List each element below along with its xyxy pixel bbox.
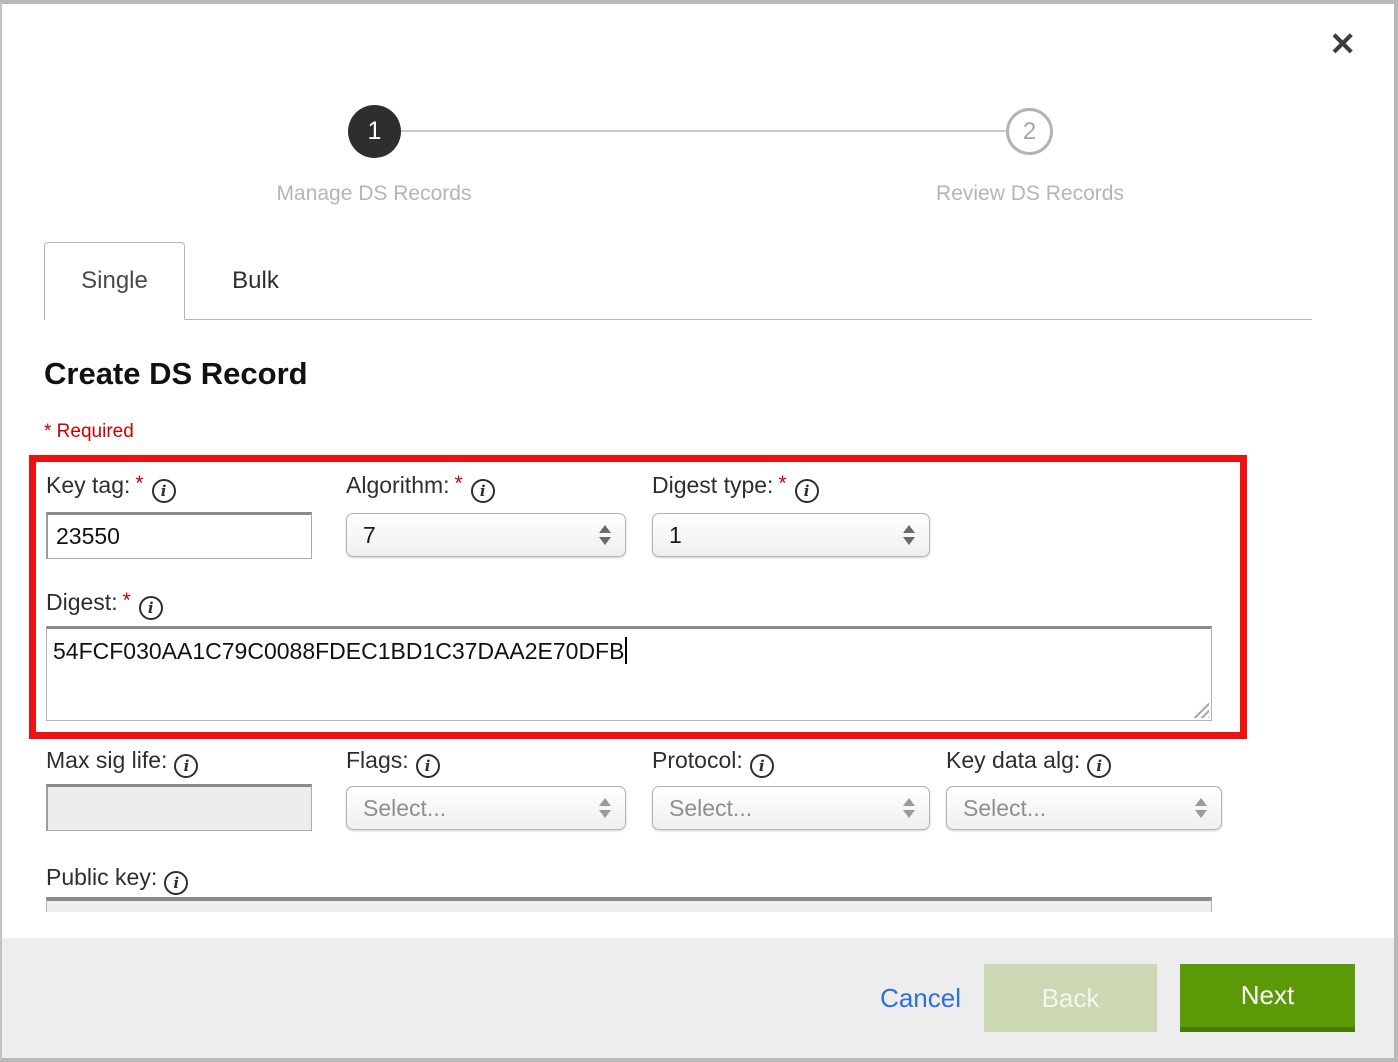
tab-bulk[interactable]: Bulk [185,242,326,319]
tab-single[interactable]: Single [44,242,185,320]
key-tag-input[interactable] [46,512,312,559]
step-2-label: Review DS Records [850,182,1210,206]
modal-footer: Cancel Back Next [2,938,1394,1058]
tab-bar: Single Bulk [44,242,1312,320]
cancel-button[interactable]: Cancel [880,983,961,1014]
key-data-alg-label: Key data alg: i [946,747,1111,778]
flags-label: Flags: i [346,747,440,778]
max-sig-life-label-text: Max sig life: [46,747,167,773]
protocol-label-text: Protocol: [652,747,743,773]
required-asterisk: * [455,472,463,495]
required-asterisk: * [135,472,143,495]
text-caret [625,637,627,664]
flags-label-text: Flags: [346,747,409,773]
key-data-alg-label-text: Key data alg: [946,747,1080,773]
digest-type-select[interactable]: 1 [652,513,930,557]
digest-type-select-value: 1 [653,522,903,549]
page-title: Create DS Record [44,356,308,392]
select-arrows-icon [903,798,915,818]
algorithm-label-text: Algorithm: [346,472,450,498]
next-button[interactable]: Next [1180,964,1355,1032]
info-icon[interactable]: i [471,479,495,503]
protocol-select-value: Select... [653,795,903,822]
algorithm-select-value: 7 [347,522,599,549]
digest-label-text: Digest: [46,589,118,615]
info-icon[interactable]: i [795,479,819,503]
flags-select[interactable]: Select... [346,786,626,830]
digest-textarea[interactable]: 54FCF030AA1C79C0088FDEC1BD1C37DAA2E70DFB [46,626,1212,721]
info-icon[interactable]: i [174,754,198,778]
max-sig-life-input[interactable] [46,784,312,831]
select-arrows-icon [599,525,611,545]
required-note: * Required [44,421,134,443]
create-ds-record-modal: ✕ 1 2 Manage DS Records Review DS Record… [0,0,1398,1062]
step-1-label: Manage DS Records [194,182,554,206]
digest-label: Digest:* i [46,589,163,620]
public-key-label: Public key: i [46,864,188,895]
info-icon[interactable]: i [1087,754,1111,778]
info-icon[interactable]: i [152,479,176,503]
protocol-select[interactable]: Select... [652,786,930,830]
public-key-textarea[interactable] [46,897,1212,912]
stepper-connector [374,130,1030,132]
info-icon[interactable]: i [164,871,188,895]
key-data-alg-select-value: Select... [947,795,1195,822]
close-icon[interactable]: ✕ [1329,28,1356,60]
digest-type-label-text: Digest type: [652,472,773,498]
required-asterisk: * [123,589,131,612]
key-data-alg-select[interactable]: Select... [946,786,1222,830]
digest-value: 54FCF030AA1C79C0088FDEC1BD1C37DAA2E70DFB [53,638,624,664]
key-tag-label-text: Key tag: [46,472,130,498]
key-tag-label: Key tag:* i [46,472,176,503]
required-asterisk: * [778,472,786,495]
select-arrows-icon [903,525,915,545]
algorithm-label: Algorithm:* i [346,472,495,503]
info-icon[interactable]: i [750,754,774,778]
info-icon[interactable]: i [416,754,440,778]
public-key-label-text: Public key: [46,864,157,890]
digest-type-label: Digest type:* i [652,472,819,503]
max-sig-life-label: Max sig life: i [46,747,198,778]
protocol-label: Protocol: i [652,747,774,778]
step-2-circle: 2 [1006,108,1053,155]
select-arrows-icon [1195,798,1207,818]
resize-grip-icon[interactable] [1192,701,1209,718]
info-icon[interactable]: i [139,596,163,620]
flags-select-value: Select... [347,795,599,822]
step-1-circle: 1 [348,105,401,158]
select-arrows-icon [599,798,611,818]
algorithm-select[interactable]: 7 [346,513,626,557]
back-button[interactable]: Back [984,964,1157,1032]
